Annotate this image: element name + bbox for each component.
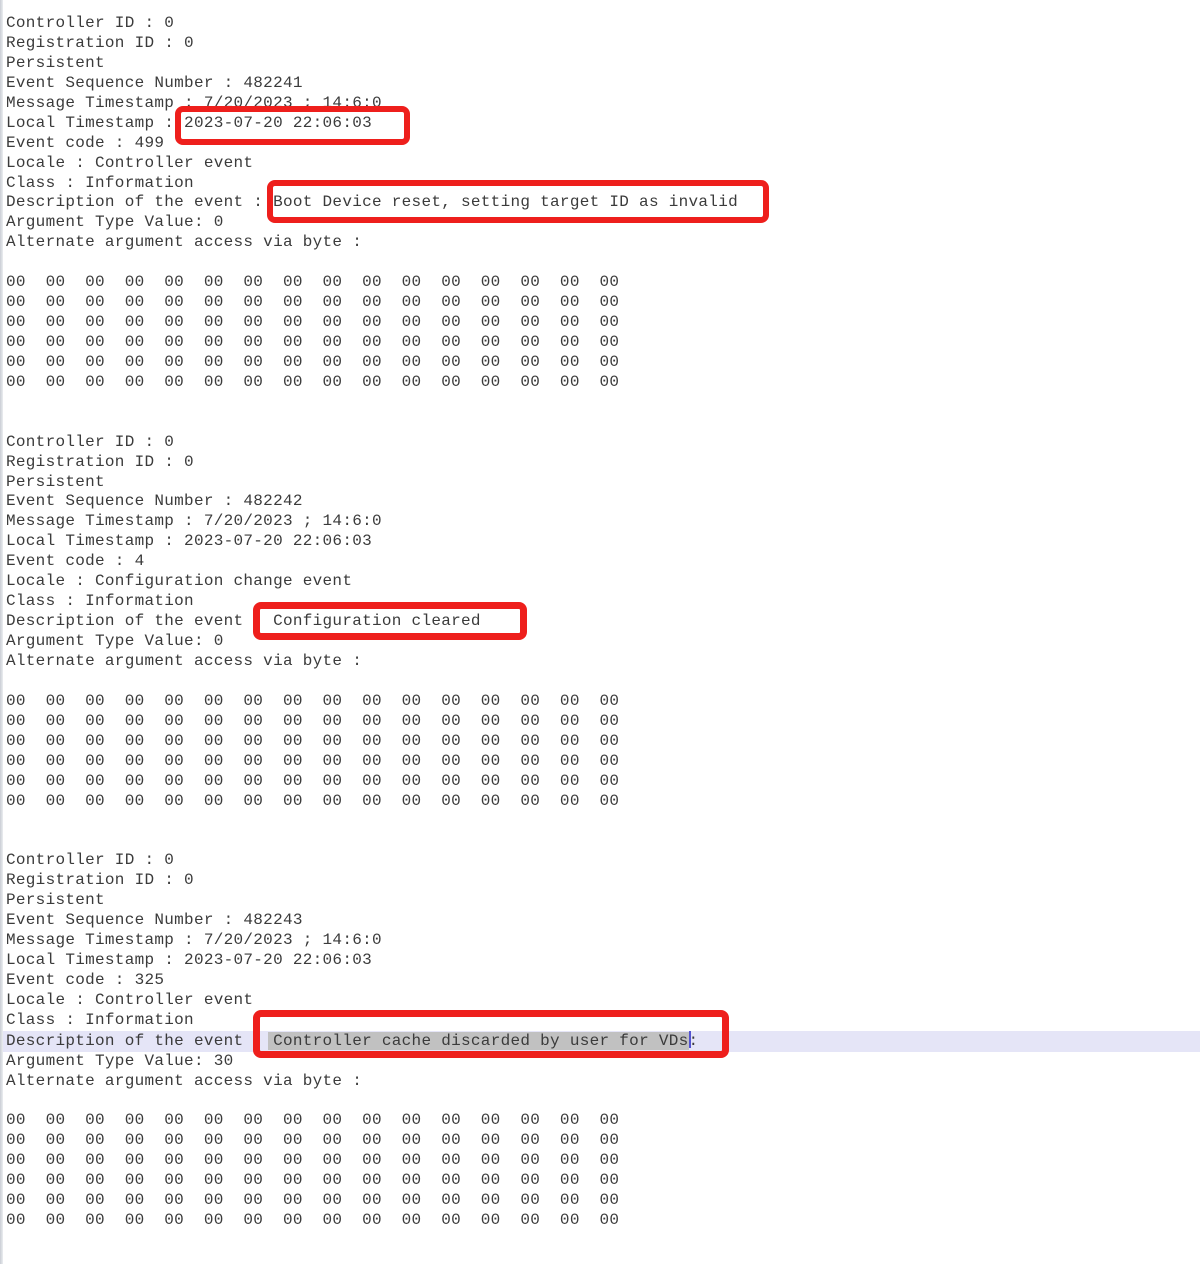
hex-row: 00 00 00 00 00 00 00 00 00 00 00 00 00 0… (6, 313, 1200, 333)
log-line: Class : Information (6, 1011, 1200, 1031)
left-edge-border (0, 0, 3, 1264)
log-text[interactable]: Controller ID : 0Registration ID : 0Pers… (0, 14, 1200, 1231)
log-line: Message Timestamp : 7/20/2023 ; 14:6:0 (6, 94, 1200, 114)
log-line: Registration ID : 0 (6, 34, 1200, 54)
selected-text[interactable]: Controller cache discarded by user for V… (273, 1032, 688, 1050)
log-line: Description of the event : Configuration… (6, 612, 1200, 632)
log-line: Registration ID : 0 (6, 871, 1200, 891)
hex-row: 00 00 00 00 00 00 00 00 00 00 00 00 00 0… (6, 712, 1200, 732)
hex-row: 00 00 00 00 00 00 00 00 00 00 00 00 00 0… (6, 353, 1200, 373)
log-line: Locale : Configuration change event (6, 572, 1200, 592)
log-line (6, 672, 1200, 692)
log-line: Controller ID : 0 (6, 14, 1200, 34)
hex-row: 00 00 00 00 00 00 00 00 00 00 00 00 00 0… (6, 772, 1200, 792)
log-line: Event code : 499 (6, 134, 1200, 154)
hex-row: 00 00 00 00 00 00 00 00 00 00 00 00 00 0… (6, 732, 1200, 752)
hex-row: 00 00 00 00 00 00 00 00 00 00 00 00 00 0… (6, 752, 1200, 772)
log-line: Controller ID : 0 (6, 851, 1200, 871)
hex-row: 00 00 00 00 00 00 00 00 00 00 00 00 00 0… (6, 373, 1200, 393)
hex-row: 00 00 00 00 00 00 00 00 00 00 00 00 00 0… (6, 1171, 1200, 1191)
log-line: Class : Information (6, 592, 1200, 612)
log-line: Persistent (6, 54, 1200, 74)
log-line: Locale : Controller event (6, 991, 1200, 1011)
log-line: Alternate argument access via byte : (6, 652, 1200, 672)
highlighted-line: Description of the event : Controller ca… (0, 1031, 1200, 1052)
hex-row: 00 00 00 00 00 00 00 00 00 00 00 00 00 0… (6, 692, 1200, 712)
log-line: Local Timestamp : 2023-07-20 22:06:03 (6, 532, 1200, 552)
hex-row: 00 00 00 00 00 00 00 00 00 00 00 00 00 0… (6, 1131, 1200, 1151)
log-line: Controller ID : 0 (6, 433, 1200, 453)
hex-row: 00 00 00 00 00 00 00 00 00 00 00 00 00 0… (6, 333, 1200, 353)
log-line: Persistent (6, 891, 1200, 911)
log-line (6, 1092, 1200, 1112)
log-line: Local Timestamp : 2023-07-20 22:06:03 (6, 951, 1200, 971)
log-line (6, 811, 1200, 831)
log-line: Message Timestamp : 7/20/2023 ; 14:6:0 (6, 931, 1200, 951)
log-line: Argument Type Value: 30 (6, 1052, 1200, 1072)
log-line: Alternate argument access via byte : (6, 1072, 1200, 1092)
log-line (6, 413, 1200, 433)
log-line: Persistent (6, 473, 1200, 493)
hex-row: 00 00 00 00 00 00 00 00 00 00 00 00 00 0… (6, 1151, 1200, 1171)
log-line (6, 393, 1200, 413)
hex-row: 00 00 00 00 00 00 00 00 00 00 00 00 00 0… (6, 1191, 1200, 1211)
log-line: Message Timestamp : 7/20/2023 ; 14:6:0 (6, 512, 1200, 532)
log-line: Registration ID : 0 (6, 453, 1200, 473)
hex-row: 00 00 00 00 00 00 00 00 00 00 00 00 00 0… (6, 273, 1200, 293)
log-line: Event code : 4 (6, 552, 1200, 572)
hex-row: 00 00 00 00 00 00 00 00 00 00 00 00 00 0… (6, 293, 1200, 313)
log-line: Class : Information (6, 174, 1200, 194)
log-line: Alternate argument access via byte : (6, 233, 1200, 253)
hex-row: 00 00 00 00 00 00 00 00 00 00 00 00 00 0… (6, 1111, 1200, 1131)
log-line: Event Sequence Number : 482241 (6, 74, 1200, 94)
hex-row: 00 00 00 00 00 00 00 00 00 00 00 00 00 0… (6, 792, 1200, 812)
log-line: Event Sequence Number : 482242 (6, 492, 1200, 512)
text-cursor (689, 1031, 691, 1048)
log-line (6, 253, 1200, 273)
log-line: Argument Type Value: 0 (6, 632, 1200, 652)
log-line: Description of the event : Boot Device r… (6, 193, 1200, 213)
hex-row: 00 00 00 00 00 00 00 00 00 00 00 00 00 0… (6, 1211, 1200, 1231)
log-line: Event code : 325 (6, 971, 1200, 991)
log-line (6, 831, 1200, 851)
log-line: Event Sequence Number : 482243 (6, 911, 1200, 931)
log-line: Argument Type Value: 0 (6, 213, 1200, 233)
log-line: Locale : Controller event (6, 154, 1200, 174)
log-line: Local Timestamp : 2023-07-20 22:06:03 (6, 114, 1200, 134)
